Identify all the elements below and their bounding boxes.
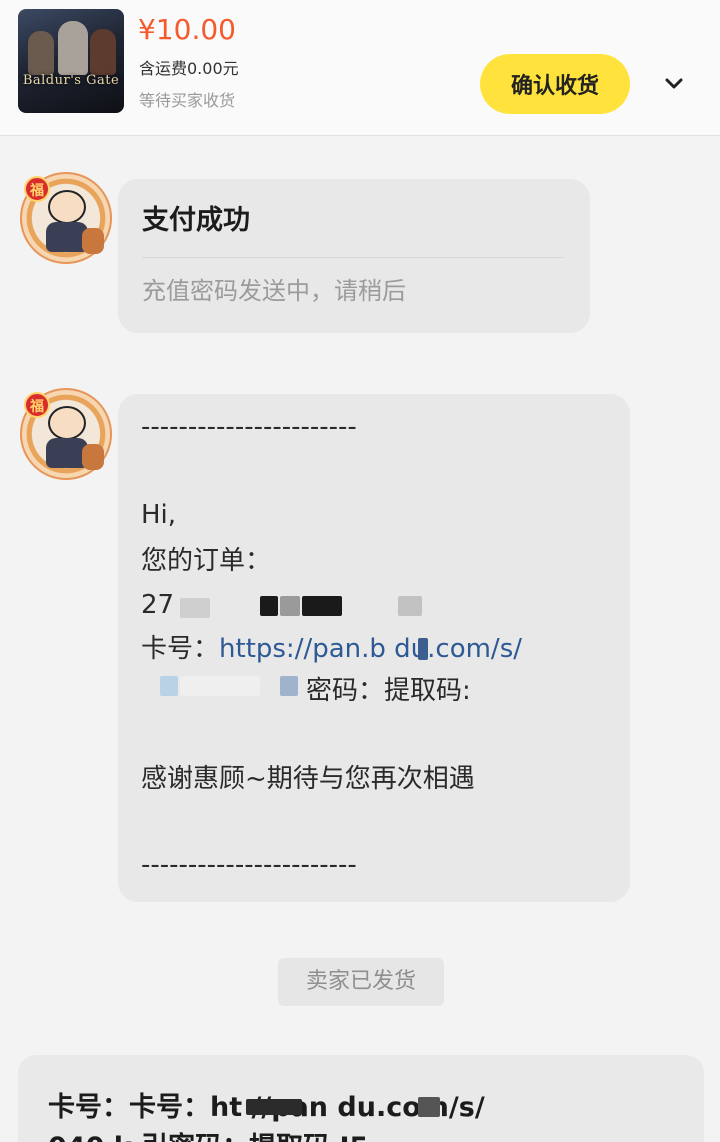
thumbnail-figure: [90, 29, 116, 75]
payment-success-bubble: 支付成功 充值密码发送中，请稍后: [118, 179, 590, 333]
order-price: ¥10.00: [138, 13, 236, 46]
thumbnail-figure: [28, 31, 54, 75]
bubble-divider: [142, 257, 564, 258]
redacted-mask: [302, 596, 342, 616]
thanks-text: 感谢惠顾~期待与您再次相遇: [141, 764, 475, 794]
avatar-face: [48, 406, 86, 440]
seller-avatar[interactable]: 福: [20, 388, 112, 480]
card-label: 卡号：: [141, 634, 220, 664]
shipped-status-tag: 卖家已发货: [278, 958, 444, 1006]
order-number: 27: [141, 590, 175, 620]
redacted-mask: [180, 676, 260, 696]
thumbnail-figure: [58, 21, 88, 75]
redacted-mask: [160, 676, 178, 696]
order-status: 等待买家收货: [139, 91, 236, 110]
card-info-line: 040 k 引密码：提取码 J5: [48, 1131, 368, 1142]
fortune-badge: 福: [24, 392, 50, 418]
chevron-down-icon[interactable]: [660, 70, 688, 98]
fortune-badge: 福: [24, 176, 50, 202]
separator-line: -----------------------: [141, 850, 357, 880]
card-info-message: 卡号：卡号：ht //pan du.com/s/ 040 k 引密码：提取码 J…: [18, 1055, 704, 1142]
greeting-text: Hi,: [141, 500, 177, 530]
redacted-mask: [418, 1097, 440, 1117]
seller-avatar[interactable]: 福: [20, 172, 112, 264]
product-thumbnail[interactable]: Baldur's Gate: [18, 9, 124, 113]
thumbnail-logo-text: Baldur's Gate: [22, 73, 120, 88]
payment-success-title: 支付成功: [142, 205, 250, 236]
order-label: 您的订单：: [141, 546, 272, 576]
redacted-mask: [260, 596, 278, 616]
cloud-link[interactable]: https://pan.b du.com/s/: [219, 634, 522, 664]
redacted-mask: [398, 596, 422, 616]
avatar-horse: [82, 228, 104, 254]
password-label: 密码：提取码:: [306, 676, 471, 706]
order-summary-bar: Baldur's Gate ¥10.00 含运费0.00元 等待买家收货 确认收…: [0, 0, 720, 136]
redacted-mask: [418, 638, 428, 660]
shipping-fee: 含运费0.00元: [139, 59, 239, 78]
confirm-receipt-button[interactable]: 确认收货: [480, 54, 630, 114]
card-number-row: 卡号：https://pan.b du.com/s/: [141, 632, 522, 666]
redacted-mask: [280, 596, 300, 616]
delivery-message-bubble: ----------------------- Hi, 您的订单： 27 卡号：…: [118, 394, 630, 902]
redacted-mask: [280, 676, 298, 696]
payment-success-subtitle: 充值密码发送中，请稍后: [142, 277, 406, 305]
redacted-mask: [246, 1099, 302, 1115]
redacted-mask: [180, 598, 210, 618]
separator-line: -----------------------: [141, 412, 357, 442]
avatar-horse: [82, 444, 104, 470]
avatar-face: [48, 190, 86, 224]
